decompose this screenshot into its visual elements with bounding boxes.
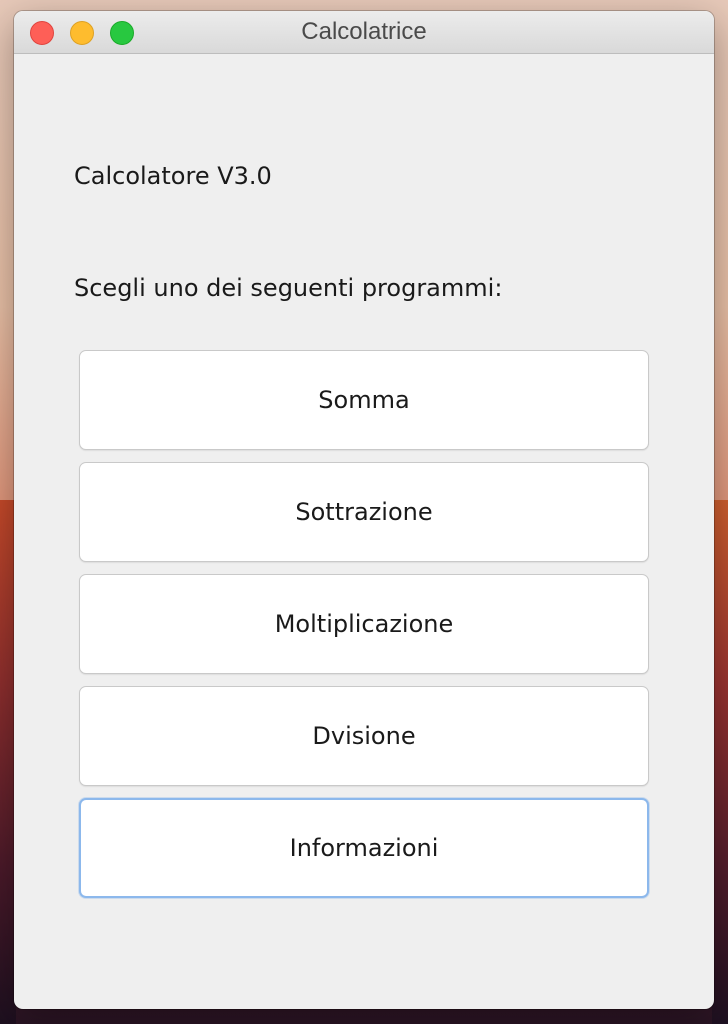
- moltiplicazione-button[interactable]: Moltiplicazione: [79, 574, 649, 674]
- sottrazione-button[interactable]: Sottrazione: [79, 462, 649, 562]
- somma-button[interactable]: Somma: [79, 350, 649, 450]
- program-prompt: Scegli uno dei seguenti programmi:: [74, 274, 503, 302]
- app-window: Calcolatrice Calcolatore V3.0 Scegli uno…: [14, 11, 714, 1009]
- window-title: Calcolatrice: [301, 18, 427, 45]
- divisione-button[interactable]: Dvisione: [79, 686, 649, 786]
- desktop-wallpaper-right: [712, 500, 728, 1024]
- informazioni-button[interactable]: Informazioni: [79, 798, 649, 898]
- title-bar[interactable]: Calcolatrice: [14, 11, 714, 54]
- app-heading: Calcolatore V3.0: [74, 162, 272, 190]
- main-content: Calcolatore V3.0 Scegli uno dei seguenti…: [14, 54, 714, 1009]
